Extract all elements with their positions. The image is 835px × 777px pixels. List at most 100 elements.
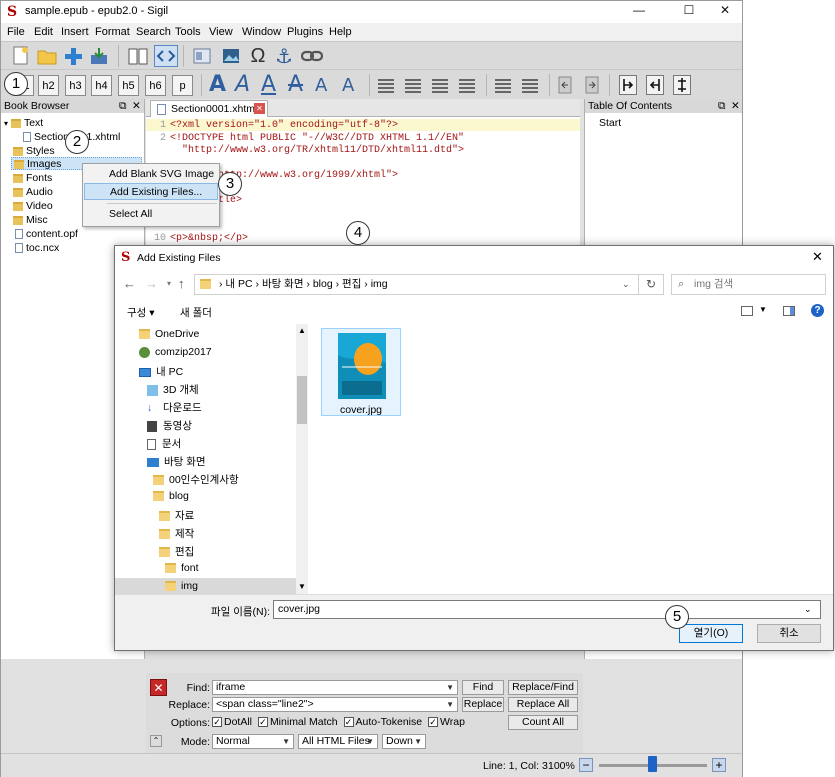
menu-item-add-existing-files[interactable]: Add Existing Files...: [84, 183, 218, 200]
count-all-button[interactable]: Count All: [508, 715, 578, 730]
refresh-icon[interactable]: ↻: [646, 275, 656, 294]
decrease-indent-icon[interactable]: [557, 76, 573, 94]
forward-arrow-icon[interactable]: →: [145, 276, 158, 291]
nav-item-documents[interactable]: 문서: [147, 436, 181, 451]
option-auto-tokenise[interactable]: ✓ Auto-Tokenise: [341, 716, 422, 728]
replace-all-button[interactable]: Replace All: [508, 697, 578, 712]
new-folder-button[interactable]: 새 폴더: [180, 305, 212, 320]
nav-item-videos[interactable]: 동영상: [147, 418, 192, 433]
view-options-icon[interactable]: [741, 306, 753, 316]
zoom-slider-handle[interactable]: [648, 756, 657, 772]
preview-pane-icon[interactable]: [783, 306, 795, 316]
align-left-icon[interactable]: [378, 77, 394, 93]
underline-button[interactable]: A: [261, 72, 276, 97]
paragraph-button[interactable]: p: [172, 75, 193, 96]
menu-format[interactable]: Format: [95, 26, 130, 38]
menu-edit[interactable]: Edit: [34, 26, 53, 38]
toc-item-start[interactable]: Start: [599, 117, 621, 129]
scrollbar-thumb[interactable]: [297, 376, 307, 424]
chevron-down-icon[interactable]: ⌄: [622, 275, 630, 294]
heading-h6-button[interactable]: h6: [145, 75, 166, 96]
breadcrumb-edit[interactable]: 편집: [342, 278, 361, 290]
text-direction-rtl-icon[interactable]: [646, 75, 664, 95]
nav-item-desktop[interactable]: 바탕 화면: [147, 454, 206, 469]
add-icon[interactable]: [63, 46, 83, 66]
float-panel-icon[interactable]: ⧉: [119, 99, 127, 113]
chevron-down-icon[interactable]: ⌄: [804, 601, 812, 618]
breadcrumb-my-pc[interactable]: 내 PC: [225, 278, 252, 290]
menu-window[interactable]: Window: [242, 26, 281, 38]
menu-file[interactable]: File: [7, 26, 25, 38]
scroll-down-icon[interactable]: ▼: [298, 582, 306, 591]
filename-input[interactable]: cover.jpg ⌄: [273, 600, 821, 619]
tree-item-content-opf[interactable]: content.opf: [15, 228, 78, 240]
scope-select[interactable]: All HTML Files ▼: [298, 734, 378, 749]
open-button[interactable]: 열기(O): [679, 624, 743, 643]
bold-button[interactable]: A: [209, 72, 226, 97]
minimize-button[interactable]: —: [619, 3, 659, 21]
up-arrow-icon[interactable]: ↑: [178, 276, 185, 291]
nav-item-3d-objects[interactable]: 3D 개체: [147, 382, 199, 397]
tree-item-fonts[interactable]: Fonts: [13, 172, 52, 184]
organize-button[interactable]: 구성 ▾: [127, 305, 155, 320]
menu-search[interactable]: Search: [136, 26, 171, 38]
numbered-list-icon[interactable]: [522, 77, 538, 93]
nav-item-img[interactable]: img: [115, 578, 296, 594]
align-justify-icon[interactable]: [459, 77, 475, 93]
tree-item-audio[interactable]: Audio: [13, 186, 53, 198]
close-panel-icon[interactable]: ✕: [132, 99, 141, 113]
dialog-close-icon[interactable]: ✕: [812, 249, 823, 265]
close-button[interactable]: ✕: [705, 3, 745, 21]
scroll-up-icon[interactable]: ▲: [298, 326, 306, 335]
tree-item-misc[interactable]: Misc: [13, 214, 48, 226]
replace-button[interactable]: Replace: [462, 697, 504, 712]
new-file-icon[interactable]: [11, 46, 31, 66]
tree-item-toc-ncx[interactable]: toc.ncx: [15, 242, 59, 254]
close-tab-icon[interactable]: ✕: [254, 103, 265, 114]
tree-item-styles[interactable]: Styles: [13, 145, 55, 157]
nav-item-00-handover[interactable]: 00인수인계사항: [153, 472, 239, 487]
save-icon[interactable]: [89, 46, 109, 66]
nav-item-my-pc[interactable]: 내 PC: [139, 364, 183, 379]
menu-help[interactable]: Help: [329, 26, 352, 38]
menu-plugins[interactable]: Plugins: [287, 26, 323, 38]
subscript-button[interactable]: A: [315, 75, 327, 96]
italic-button[interactable]: A: [235, 72, 250, 97]
zoom-out-icon[interactable]: −: [579, 758, 593, 772]
nav-item-font[interactable]: font: [165, 562, 199, 574]
collapse-icon[interactable]: ⌃: [150, 735, 162, 747]
nav-item-materials[interactable]: 자료: [159, 508, 194, 523]
tree-item-text[interactable]: ▾ Text: [4, 117, 43, 129]
mode-select[interactable]: Normal ▼: [212, 734, 294, 749]
nav-item-onedrive[interactable]: OneDrive: [139, 328, 199, 340]
heading-h2-button[interactable]: h2: [38, 75, 59, 96]
bullet-list-icon[interactable]: [495, 77, 511, 93]
search-input[interactable]: ⌕ img 검색: [671, 274, 826, 295]
nav-item-production[interactable]: 제작: [159, 526, 194, 541]
breadcrumb-img[interactable]: img: [371, 278, 388, 290]
replace-input[interactable]: <span class="line2"> ▼: [212, 697, 458, 712]
cancel-button[interactable]: 취소: [757, 624, 821, 643]
increase-indent-icon[interactable]: [584, 76, 600, 94]
insert-anchor-icon[interactable]: ⚓: [273, 45, 295, 68]
close-panel-icon[interactable]: ✕: [731, 99, 740, 113]
breadcrumb-blog[interactable]: blog: [313, 278, 333, 290]
menu-tools[interactable]: Tools: [175, 26, 201, 38]
text-direction-default-icon[interactable]: [673, 75, 691, 95]
menu-item-select-all[interactable]: Select All: [84, 206, 218, 223]
replace-find-button[interactable]: Replace/Find: [508, 680, 578, 695]
code-view-icon[interactable]: [154, 45, 178, 67]
menu-item-add-blank-svg[interactable]: Add Blank SVG Image: [84, 166, 218, 183]
split-icon[interactable]: [192, 46, 212, 66]
float-panel-icon[interactable]: ⧉: [718, 99, 726, 113]
chevron-down-icon[interactable]: ▼: [759, 305, 767, 314]
insert-link-icon[interactable]: [301, 48, 323, 64]
nav-item-blog[interactable]: blog: [153, 490, 189, 502]
nav-scrollbar[interactable]: ▲ ▼: [296, 324, 308, 594]
heading-h5-button[interactable]: h5: [118, 75, 139, 96]
align-right-icon[interactable]: [432, 77, 448, 93]
strikethrough-button[interactable]: A: [288, 72, 303, 97]
menu-insert[interactable]: Insert: [61, 26, 89, 38]
breadcrumb-desktop[interactable]: 바탕 화면: [262, 278, 304, 290]
text-direction-ltr-icon[interactable]: [619, 75, 637, 95]
